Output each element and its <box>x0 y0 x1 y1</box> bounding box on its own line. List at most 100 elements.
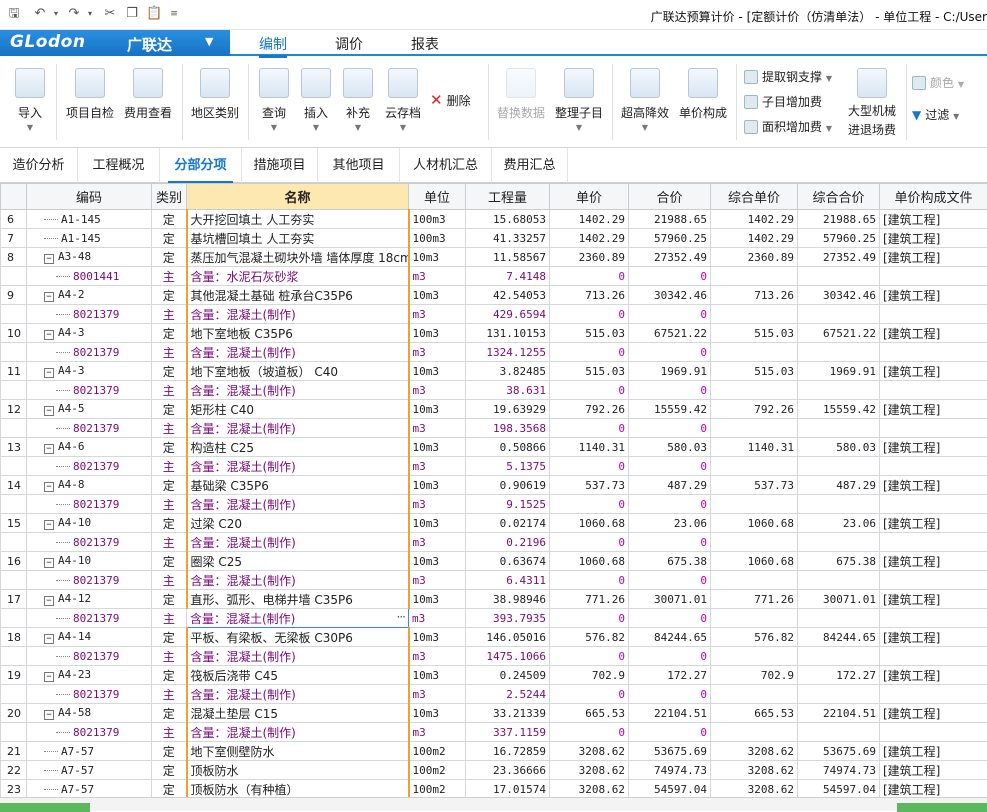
cell-comprehensive-total[interactable]: 54597.04 <box>798 780 880 798</box>
cell-category[interactable]: 主 <box>152 343 187 362</box>
table-row[interactable]: 15−A4-10定过梁 C2010m30.021741060.6823.0610… <box>1 514 987 533</box>
cell-total-price[interactable]: 0 <box>629 723 711 742</box>
cell-unit-price[interactable]: 1140.31 <box>550 438 629 457</box>
cell-name[interactable]: 顶板防水 <box>187 761 409 780</box>
tab-reports[interactable]: 报表 <box>411 34 439 54</box>
cell-total-price[interactable]: 54597.04 <box>629 780 711 798</box>
insert-button[interactable]: 插入 ▼ <box>296 62 336 140</box>
cell-unit-price[interactable]: 0 <box>550 495 629 514</box>
collapse-icon[interactable]: − <box>44 254 54 264</box>
cell-comprehensive-total[interactable] <box>798 685 880 704</box>
cell-price-file[interactable] <box>880 419 987 438</box>
cell-unit-price[interactable]: 0 <box>550 343 629 362</box>
cell-total-price[interactable]: 487.29 <box>629 476 711 495</box>
cell-price-file[interactable]: [建筑工程] <box>880 476 987 495</box>
cell-code[interactable]: A7-57 <box>27 761 152 780</box>
cell-quantity[interactable]: 1324.1255 <box>466 343 550 362</box>
cell-comprehensive-total[interactable]: 487.29 <box>798 476 880 495</box>
cell-quantity[interactable]: 198.3568 <box>466 419 550 438</box>
cell-total-price[interactable]: 0 <box>629 381 711 400</box>
cell-comprehensive-total[interactable]: 30071.01 <box>798 590 880 609</box>
cell-price-file[interactable]: [建筑工程] <box>880 761 987 780</box>
cell-quantity[interactable]: 38.98946 <box>466 590 550 609</box>
cell-comprehensive-unit-price[interactable] <box>711 495 798 514</box>
table-subrow[interactable]: 8021379主含量：混凝土(制作)m35.137500 <box>1 457 987 476</box>
cell-unit-price[interactable]: 2360.89 <box>550 248 629 267</box>
table-subrow[interactable]: 8021379主含量：混凝土(制作)m3429.659400 <box>1 305 987 324</box>
cell-price-file[interactable] <box>880 533 987 552</box>
cell-quantity[interactable]: 6.4311 <box>466 571 550 590</box>
cell-unit-price[interactable]: 0 <box>550 609 629 628</box>
cell-comprehensive-unit-price[interactable] <box>711 457 798 476</box>
collapse-icon[interactable]: − <box>44 710 54 720</box>
cell-total-price[interactable]: 172.27 <box>629 666 711 685</box>
cell-comprehensive-total[interactable] <box>798 343 880 362</box>
cell-price-file[interactable]: [建筑工程] <box>880 552 987 571</box>
table-row[interactable]: 20−A4-58定混凝土垫层 C1510m333.21339665.532210… <box>1 704 987 723</box>
cell-quantity[interactable]: 2.5244 <box>466 685 550 704</box>
cell-name[interactable]: 含量：混凝土(制作) <box>187 305 409 324</box>
cell-price-file[interactable] <box>880 495 987 514</box>
cell-unit-price[interactable]: 515.03 <box>550 362 629 381</box>
cell-category[interactable]: 定 <box>152 324 187 343</box>
table-subrow[interactable]: 8021379主含量：混凝土(制作)m36.431100 <box>1 571 987 590</box>
cell-category[interactable]: 定 <box>152 761 187 780</box>
cell-total-price[interactable]: 0 <box>629 419 711 438</box>
cell-category[interactable]: 主 <box>152 457 187 476</box>
area-increase-button[interactable]: 面积增加费 ▼ <box>744 118 832 138</box>
table-row[interactable]: 14−A4-8定基础梁 C35P610m30.90619537.73487.29… <box>1 476 987 495</box>
cloud-save-button[interactable]: 云存档 ▼ <box>380 62 426 140</box>
cell-category[interactable]: 定 <box>152 476 187 495</box>
cell-price-file[interactable]: [建筑工程] <box>880 590 987 609</box>
cell-code[interactable]: 8021379 <box>27 723 152 742</box>
cell-quantity[interactable]: 131.10153 <box>466 324 550 343</box>
table-row[interactable]: 13−A4-6定构造柱 C2510m30.508661140.31580.031… <box>1 438 987 457</box>
cell-category[interactable]: 定 <box>152 742 187 761</box>
cell-code[interactable]: −A4-12 <box>27 590 152 609</box>
cell-comprehensive-total[interactable]: 84244.65 <box>798 628 880 647</box>
cell-unit[interactable]: m3 <box>409 343 466 362</box>
table-subrow[interactable]: 8021379主含量：混凝土(制作)m31475.106600 <box>1 647 987 666</box>
table-row[interactable]: 11−A4-3定地下室地板（坡道板） C4010m33.82485515.031… <box>1 362 987 381</box>
cell-unit-price[interactable]: 1402.29 <box>550 229 629 248</box>
cell-code[interactable]: −A4-14 <box>27 628 152 647</box>
cell-name[interactable]: 大开挖回填土 人工夯实 <box>187 210 409 229</box>
cell-total-price[interactable]: 53675.69 <box>629 742 711 761</box>
table-row[interactable]: 19−A4-23定筏板后浇带 C4510m30.24509702.9172.27… <box>1 666 987 685</box>
table-row[interactable]: 16−A4-10定圈梁 C2510m30.636741060.68675.381… <box>1 552 987 571</box>
table-row[interactable]: 9−A4-2定其他混凝土基础 桩承台C35P610m342.54053713.2… <box>1 286 987 305</box>
cell-name[interactable]: 筏板后浇带 C45 <box>187 666 409 685</box>
cell-comprehensive-unit-price[interactable]: 1060.68 <box>711 514 798 533</box>
collapse-icon[interactable]: − <box>44 634 54 644</box>
cell-unit[interactable]: 10m3 <box>409 514 466 533</box>
cell-unit-price[interactable]: 0 <box>550 571 629 590</box>
tab-sub-items[interactable]: 分部分项 <box>160 148 242 183</box>
cell-quantity[interactable]: 9.1525 <box>466 495 550 514</box>
cell-quantity[interactable]: 11.58567 <box>466 248 550 267</box>
cell-price-file[interactable]: [建筑工程] <box>880 400 987 419</box>
cell-price-file[interactable] <box>880 571 987 590</box>
collapse-icon[interactable]: − <box>44 444 54 454</box>
cell-unit[interactable]: m3 <box>409 419 466 438</box>
table-row[interactable]: 8−A3-48定蒸压加气混凝土砌块外墙 墙体厚度 18cm10m311.5856… <box>1 248 987 267</box>
cell-comprehensive-total[interactable]: 1969.91 <box>798 362 880 381</box>
column-header-category[interactable]: 类别 <box>152 184 187 210</box>
cell-code[interactable]: −A4-3 <box>27 324 152 343</box>
cell-total-price[interactable]: 0 <box>629 267 711 286</box>
cell-comprehensive-total[interactable] <box>798 267 880 286</box>
cell-comprehensive-unit-price[interactable]: 1402.29 <box>711 210 798 229</box>
cell-total-price[interactable]: 67521.22 <box>629 324 711 343</box>
color-button[interactable]: 颜色 ▼ <box>912 74 964 94</box>
cell-code[interactable]: A1-145 <box>27 229 152 248</box>
cell-category[interactable]: 主 <box>152 571 187 590</box>
cell-unit-price[interactable]: 1402.29 <box>550 210 629 229</box>
cell-quantity[interactable]: 0.90619 <box>466 476 550 495</box>
cell-name[interactable]: 直形、弧形、电梯井墙 C35P6 <box>187 590 409 609</box>
cell-unit[interactable]: m3 <box>409 457 466 476</box>
app-menu-button[interactable]: GLodon 广联达 ▼ <box>0 30 230 56</box>
cell-comprehensive-total[interactable]: 580.03 <box>798 438 880 457</box>
cell-name[interactable]: 矩形柱 C40 <box>187 400 409 419</box>
collapse-icon[interactable]: − <box>44 596 54 606</box>
cell-quantity[interactable]: 16.72859 <box>466 742 550 761</box>
cell-price-file[interactable]: [建筑工程] <box>880 666 987 685</box>
